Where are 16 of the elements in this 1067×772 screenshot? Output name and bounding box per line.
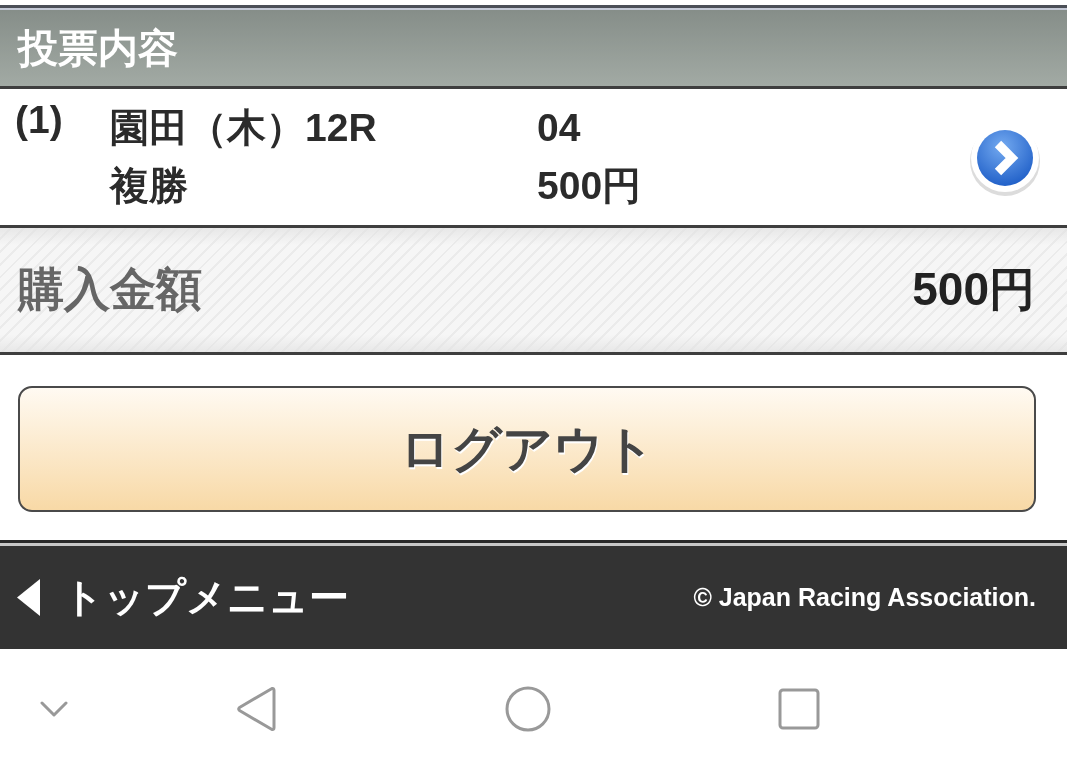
top-menu-link[interactable]: トップメニュー — [17, 570, 349, 625]
chevron-down-icon[interactable] — [40, 701, 68, 717]
section-title: 投票内容 — [16, 25, 178, 72]
bet-amount: 500円 — [537, 163, 642, 209]
race-name: 園田（木）12R — [110, 105, 377, 151]
horse-number: 04 — [537, 105, 581, 151]
bet-number: (1) — [15, 97, 63, 143]
copyright-text: © Japan Racing Association. — [693, 583, 1036, 612]
recents-icon[interactable] — [778, 688, 820, 730]
logout-button[interactable]: ログアウト — [18, 386, 1036, 512]
total-label: 購入金額 — [18, 262, 202, 317]
triangle-left-icon — [17, 579, 40, 616]
total-amount: 500円 — [912, 262, 1035, 317]
home-icon[interactable] — [505, 686, 551, 732]
bet-type: 複勝 — [110, 163, 188, 209]
back-icon[interactable] — [236, 686, 276, 732]
